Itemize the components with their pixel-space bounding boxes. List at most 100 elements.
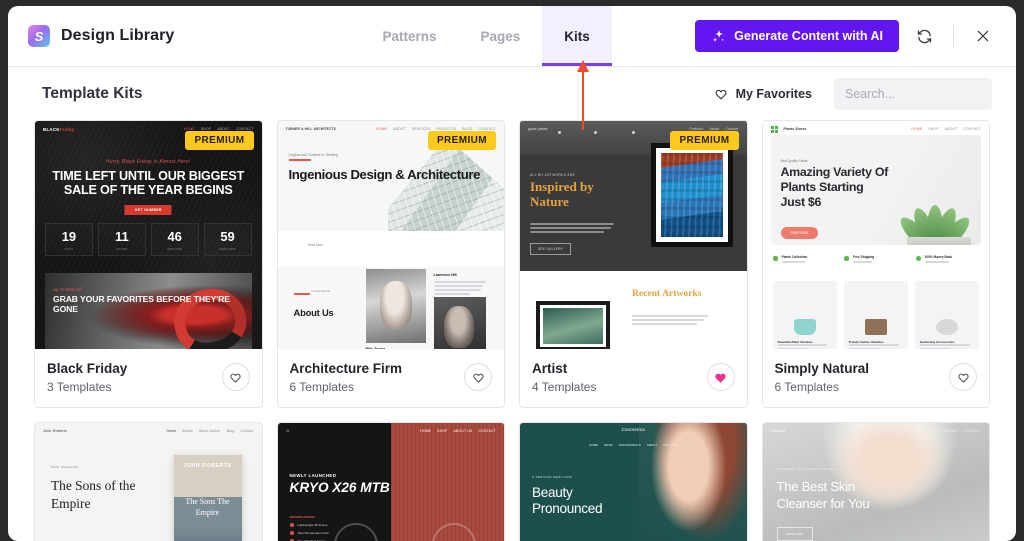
- preview-logo: Plants Stores: [783, 127, 807, 131]
- kit-template-count: 4 Templates: [532, 379, 597, 394]
- preview-read-more: Read More: [307, 243, 324, 247]
- bike-logo-icon: ☼: [285, 428, 291, 435]
- feature-item: Free Shipping: [844, 255, 908, 265]
- kit-thumbnail: BLACKFriday HOME SHOP ABOUT CONTACT Hurr…: [35, 121, 262, 349]
- heart-outline-icon: [472, 373, 484, 383]
- nav-link: Home: [166, 429, 177, 434]
- kit-thumbnail: John Roberts Home Books About Author Blo…: [35, 423, 262, 541]
- feature-item: Plants Collection: [772, 255, 837, 265]
- refresh-icon-button[interactable]: [907, 19, 941, 53]
- nav-link: HOME: [911, 429, 923, 434]
- countdown-cell: 46 MINUTES: [150, 223, 199, 256]
- preview-heading: Beauty Pronounced: [532, 485, 603, 517]
- heart-outline-icon: [230, 373, 241, 383]
- preview-nav-links: Home Books About Author Blog Contact: [167, 429, 254, 433]
- favorite-toggle-button[interactable]: [706, 363, 735, 392]
- preview-section-paragraph: [632, 315, 708, 327]
- headphones-graphic: [167, 281, 252, 349]
- portrait-photo: [433, 297, 486, 349]
- page-title: Template Kits: [42, 84, 143, 102]
- artwork-image: [543, 308, 603, 344]
- preview-nav: John Roberts Home Books About Author Blo…: [35, 423, 262, 439]
- product-card: Gardening Accessories: [914, 281, 980, 349]
- heart-filled-icon: [715, 373, 726, 383]
- favorite-toggle-button[interactable]: [221, 363, 250, 392]
- countdown-cell: 19 DAYS: [45, 223, 93, 256]
- nav-link: CONTACT: [478, 429, 496, 434]
- tab-kits[interactable]: Kits: [542, 6, 612, 66]
- kit-card-book[interactable]: John Roberts Home Books About Author Blo…: [34, 422, 263, 541]
- tab-patterns[interactable]: Patterns: [360, 6, 458, 66]
- kit-thumbnail: grace james Portfolio About Contact ALL …: [520, 121, 747, 349]
- person-paragraph: [433, 281, 486, 297]
- generate-content-with-ai-button[interactable]: Generate Content with AI: [695, 20, 899, 52]
- nav-link: TESTIMONIALS: [618, 443, 641, 448]
- kit-card-simply-natural[interactable]: Plants Stores HOME SHOP ABOUT CONTACT Be…: [761, 120, 990, 409]
- preview-panel: [277, 231, 504, 267]
- kit-thumbnail: Flawless HOME SHOP ABOUT CONTACT WELCOME…: [762, 423, 989, 541]
- preview-nav-links: HOME SHOP ABOUT CONTACT: [911, 429, 981, 433]
- kit-card-skincare[interactable]: Flawless HOME SHOP ABOUT CONTACT WELCOME…: [761, 422, 990, 541]
- search-input[interactable]: [845, 86, 1006, 101]
- portrait-photo: [365, 269, 426, 343]
- preview-cta: SHOP NOW: [776, 527, 814, 541]
- feature-title: 100% Money Back: [924, 255, 953, 259]
- search-box[interactable]: [834, 77, 1006, 110]
- countdown-cell: 59 SECONDS: [203, 223, 252, 256]
- nav-link: About Author: [198, 429, 221, 434]
- logo-glyph: S: [34, 28, 44, 44]
- preview-nav: Cosmetica: [520, 423, 747, 439]
- countdown-unit: DAYS: [64, 247, 74, 251]
- kit-card-architecture-firm[interactable]: TURNER & HILL ARCHITECTS HOME ABOUT SERV…: [276, 120, 505, 409]
- preview-cta: SHOP NOW: [780, 227, 819, 239]
- tab-pages[interactable]: Pages: [458, 6, 542, 66]
- close-button[interactable]: [966, 19, 1000, 53]
- kit-card-bike[interactable]: ☼ HOME SHOP ABOUT US CONTACT NEWLY LAUNC…: [276, 422, 505, 541]
- nav-link: ABOUT: [944, 429, 958, 434]
- preview-kicker: NEWLY LAUNCHED: [289, 473, 337, 479]
- kit-name: Simply Natural: [774, 361, 870, 376]
- header-actions: Generate Content with AI: [695, 6, 1016, 66]
- preview-features: Plants Collection Free Shipping 100% Mon…: [772, 255, 980, 265]
- kit-card-artist[interactable]: grace james Portfolio About Contact ALL …: [519, 120, 748, 409]
- preview-countdown: 19 DAYS 11 HOURS 46 MINUTES 59 SECONDS: [45, 223, 252, 256]
- nav-link: SHOP: [437, 429, 448, 434]
- nav-link: SHOP: [928, 127, 939, 131]
- feature-item: 100% Money Back: [915, 255, 980, 265]
- kit-card-footer: Architecture Firm 6 Templates: [277, 349, 504, 408]
- spec-title: SPECIFICATIONS:: [289, 515, 316, 520]
- spec-item: Lightweight 3K Frame: [289, 523, 329, 528]
- kits-grid-row-1: BLACKFriday HOME SHOP ABOUT CONTACT Hurr…: [34, 120, 990, 409]
- favorite-toggle-button[interactable]: [464, 363, 492, 392]
- kit-template-count: 3 Templates: [47, 379, 112, 394]
- preview-kicker: A SERIOUS NEW LOOK: [532, 475, 573, 480]
- banner-kicker: Up To 50% Off: [53, 287, 82, 292]
- kit-template-count: 6 Templates: [289, 379, 354, 394]
- preview-nav-links: HOME SHOP ABOUT CONTACT: [911, 127, 981, 131]
- bicycle-graphic: [330, 509, 480, 541]
- nav-link: SHOP: [928, 429, 939, 434]
- countdown-unit: MINUTES: [167, 247, 183, 251]
- product-card: Trendy Cactus Varieties: [843, 281, 908, 349]
- favorite-toggle-button[interactable]: [949, 363, 977, 392]
- kit-name: Artist: [532, 361, 568, 376]
- preview-cta: GET NUMBER: [124, 205, 172, 215]
- countdown-value: 59: [220, 229, 235, 244]
- my-favorites-button[interactable]: My Favorites: [714, 87, 812, 101]
- person-name: Lawrence Hill: [433, 273, 457, 277]
- kit-card-black-friday[interactable]: BLACKFriday HOME SHOP ABOUT CONTACT Hurr…: [34, 120, 263, 409]
- book-cover: JOHN ROBERTS The Sons The Empire: [173, 455, 242, 541]
- countdown-unit: SECONDS: [219, 247, 236, 251]
- preview-heading: Ingenious Design & Architecture: [288, 167, 481, 182]
- preview-kicker: NEW RELEASE: [51, 465, 79, 470]
- nav-link: Blog: [226, 429, 235, 434]
- preview-kicker: WELCOME TO FLAWLESS STORE: [776, 467, 835, 472]
- preview-products: Beautiful Plant Varieties Trendy Cactus …: [772, 281, 980, 349]
- kit-card-beauty[interactable]: Cosmetica HOME SHOP TESTIMONIALS ABOUT C…: [519, 422, 748, 541]
- tab-patterns-label: Patterns: [382, 28, 437, 44]
- nav-link: HOME: [589, 443, 599, 448]
- nav-link: CONTACT: [963, 127, 981, 131]
- feature-title: Plants Collection: [781, 255, 808, 259]
- kits-scroll-area[interactable]: BLACKFriday HOME SHOP ABOUT CONTACT Hurr…: [8, 120, 1016, 541]
- preview-nav-links: HOME SHOP ABOUT US CONTACT: [420, 429, 496, 433]
